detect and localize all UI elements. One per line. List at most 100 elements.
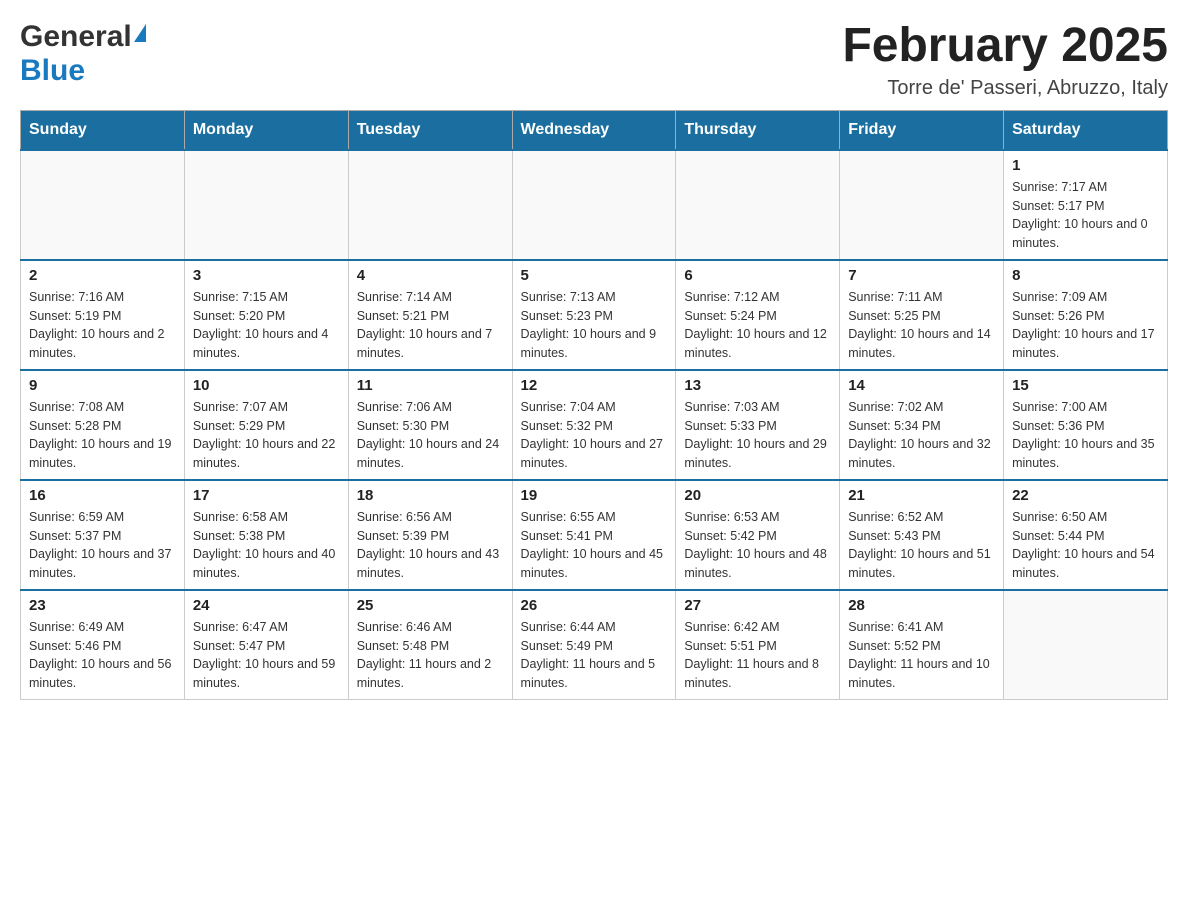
day-info: Sunrise: 7:14 AMSunset: 5:21 PMDaylight:… [357,288,504,363]
day-info: Sunrise: 6:41 AMSunset: 5:52 PMDaylight:… [848,618,995,693]
day-info: Sunrise: 7:12 AMSunset: 5:24 PMDaylight:… [684,288,831,363]
calendar-cell: 17 Sunrise: 6:58 AMSunset: 5:38 PMDayligh… [184,480,348,590]
calendar-cell: 28 Sunrise: 6:41 AMSunset: 5:52 PMDayligh… [840,590,1004,700]
calendar-cell: 3Sunrise: 7:15 AMSunset: 5:20 PMDaylight… [184,260,348,370]
day-info: Sunrise: 7:08 AMSunset: 5:28 PMDaylight:… [29,398,176,473]
day-number: 22 [1012,487,1159,504]
calendar-cell: 24 Sunrise: 6:47 AMSunset: 5:47 PMDayligh… [184,590,348,700]
day-number: 13 [684,377,831,394]
day-number: 2 [29,267,176,284]
day-of-week-header: Wednesday [512,110,676,150]
day-number: 6 [684,267,831,284]
day-info: Sunrise: 7:09 AMSunset: 5:26 PMDaylight:… [1012,288,1159,363]
day-of-week-header: Tuesday [348,110,512,150]
month-title: February 2025 [842,20,1168,73]
calendar-cell [840,150,1004,260]
day-number: 8 [1012,267,1159,284]
day-info: Sunrise: 7:16 AMSunset: 5:19 PMDaylight:… [29,288,176,363]
calendar-cell: 15Sunrise: 7:00 AMSunset: 5:36 PMDayligh… [1004,370,1168,480]
day-info: Sunrise: 6:42 AMSunset: 5:51 PMDaylight:… [684,618,831,693]
day-info: Sunrise: 7:13 AMSunset: 5:23 PMDaylight:… [521,288,668,363]
calendar-cell: 1 Sunrise: 7:17 AMSunset: 5:17 PMDaylight… [1004,150,1168,260]
logo-triangle-icon [134,24,146,42]
calendar-week-row: 23 Sunrise: 6:49 AMSunset: 5:46 PMDayligh… [21,590,1168,700]
calendar-cell: 11Sunrise: 7:06 AMSunset: 5:30 PMDayligh… [348,370,512,480]
day-info: Sunrise: 7:11 AMSunset: 5:25 PMDaylight:… [848,288,995,363]
day-of-week-header: Friday [840,110,1004,150]
day-of-week-header: Saturday [1004,110,1168,150]
day-info: Sunrise: 7:03 AMSunset: 5:33 PMDaylight:… [684,398,831,473]
day-info: Sunrise: 6:47 AMSunset: 5:47 PMDaylight:… [193,618,340,693]
day-number: 18 [357,487,504,504]
day-info: Sunrise: 6:53 AMSunset: 5:42 PMDaylight:… [684,508,831,583]
calendar-table: SundayMondayTuesdayWednesdayThursdayFrid… [20,110,1168,701]
day-of-week-header: Monday [184,110,348,150]
calendar-cell: 2 Sunrise: 7:16 AMSunset: 5:19 PMDaylight… [21,260,185,370]
calendar-cell [1004,590,1168,700]
logo-general-text: General [20,20,132,54]
day-info: Sunrise: 6:56 AMSunset: 5:39 PMDaylight:… [357,508,504,583]
calendar-week-row: 2 Sunrise: 7:16 AMSunset: 5:19 PMDaylight… [21,260,1168,370]
day-number: 16 [29,487,176,504]
day-number: 1 [1012,157,1159,174]
day-of-week-header: Thursday [676,110,840,150]
calendar-cell: 7 Sunrise: 7:11 AMSunset: 5:25 PMDaylight… [840,260,1004,370]
calendar-cell [348,150,512,260]
calendar-cell: 26Sunrise: 6:44 AMSunset: 5:49 PMDayligh… [512,590,676,700]
day-info: Sunrise: 7:07 AMSunset: 5:29 PMDaylight:… [193,398,340,473]
calendar-cell: 12 Sunrise: 7:04 AMSunset: 5:32 PMDayligh… [512,370,676,480]
day-info: Sunrise: 7:02 AMSunset: 5:34 PMDaylight:… [848,398,995,473]
calendar-cell: 16 Sunrise: 6:59 AMSunset: 5:37 PMDayligh… [21,480,185,590]
day-number: 28 [848,597,995,614]
day-info: Sunrise: 6:46 AMSunset: 5:48 PMDaylight:… [357,618,504,693]
calendar-cell: 13 Sunrise: 7:03 AMSunset: 5:33 PMDayligh… [676,370,840,480]
day-number: 12 [521,377,668,394]
day-info: Sunrise: 7:15 AMSunset: 5:20 PMDaylight:… [193,288,340,363]
location-subtitle: Torre de' Passeri, Abruzzo, Italy [842,77,1168,100]
calendar-cell: 8 Sunrise: 7:09 AMSunset: 5:26 PMDaylight… [1004,260,1168,370]
calendar-cell: 20Sunrise: 6:53 AMSunset: 5:42 PMDayligh… [676,480,840,590]
days-of-week-row: SundayMondayTuesdayWednesdayThursdayFrid… [21,110,1168,150]
day-info: Sunrise: 7:17 AMSunset: 5:17 PMDaylight:… [1012,178,1159,253]
calendar-cell [512,150,676,260]
day-number: 23 [29,597,176,614]
calendar-week-row: 9 Sunrise: 7:08 AMSunset: 5:28 PMDaylight… [21,370,1168,480]
calendar-cell: 14 Sunrise: 7:02 AMSunset: 5:34 PMDayligh… [840,370,1004,480]
calendar-cell: 5Sunrise: 7:13 AMSunset: 5:23 PMDaylight… [512,260,676,370]
day-info: Sunrise: 6:59 AMSunset: 5:37 PMDaylight:… [29,508,176,583]
day-number: 7 [848,267,995,284]
day-info: Sunrise: 6:49 AMSunset: 5:46 PMDaylight:… [29,618,176,693]
day-number: 26 [521,597,668,614]
calendar-cell: 23 Sunrise: 6:49 AMSunset: 5:46 PMDayligh… [21,590,185,700]
day-number: 17 [193,487,340,504]
calendar-cell: 9 Sunrise: 7:08 AMSunset: 5:28 PMDaylight… [21,370,185,480]
calendar-cell: 21Sunrise: 6:52 AMSunset: 5:43 PMDayligh… [840,480,1004,590]
day-of-week-header: Sunday [21,110,185,150]
day-info: Sunrise: 6:52 AMSunset: 5:43 PMDaylight:… [848,508,995,583]
day-info: Sunrise: 6:50 AMSunset: 5:44 PMDaylight:… [1012,508,1159,583]
title-block: February 2025 Torre de' Passeri, Abruzzo… [842,20,1168,100]
calendar-cell: 6 Sunrise: 7:12 AMSunset: 5:24 PMDaylight… [676,260,840,370]
calendar-cell: 18 Sunrise: 6:56 AMSunset: 5:39 PMDayligh… [348,480,512,590]
day-number: 19 [521,487,668,504]
day-info: Sunrise: 6:58 AMSunset: 5:38 PMDaylight:… [193,508,340,583]
day-number: 25 [357,597,504,614]
day-number: 9 [29,377,176,394]
calendar-cell: 27 Sunrise: 6:42 AMSunset: 5:51 PMDayligh… [676,590,840,700]
day-number: 15 [1012,377,1159,394]
calendar-cell [676,150,840,260]
logo: General Blue [20,20,146,88]
day-number: 27 [684,597,831,614]
calendar-cell: 19Sunrise: 6:55 AMSunset: 5:41 PMDayligh… [512,480,676,590]
calendar-week-row: 1 Sunrise: 7:17 AMSunset: 5:17 PMDaylight… [21,150,1168,260]
day-info: Sunrise: 7:06 AMSunset: 5:30 PMDaylight:… [357,398,504,473]
day-info: Sunrise: 7:04 AMSunset: 5:32 PMDaylight:… [521,398,668,473]
day-number: 14 [848,377,995,394]
calendar-cell: 10Sunrise: 7:07 AMSunset: 5:29 PMDayligh… [184,370,348,480]
calendar-cell: 25 Sunrise: 6:46 AMSunset: 5:48 PMDayligh… [348,590,512,700]
page-header: General Blue February 2025 Torre de' Pas… [20,20,1168,100]
logo-blue-text: Blue [20,54,85,88]
calendar-cell: 22 Sunrise: 6:50 AMSunset: 5:44 PMDayligh… [1004,480,1168,590]
calendar-week-row: 16 Sunrise: 6:59 AMSunset: 5:37 PMDayligh… [21,480,1168,590]
day-number: 24 [193,597,340,614]
